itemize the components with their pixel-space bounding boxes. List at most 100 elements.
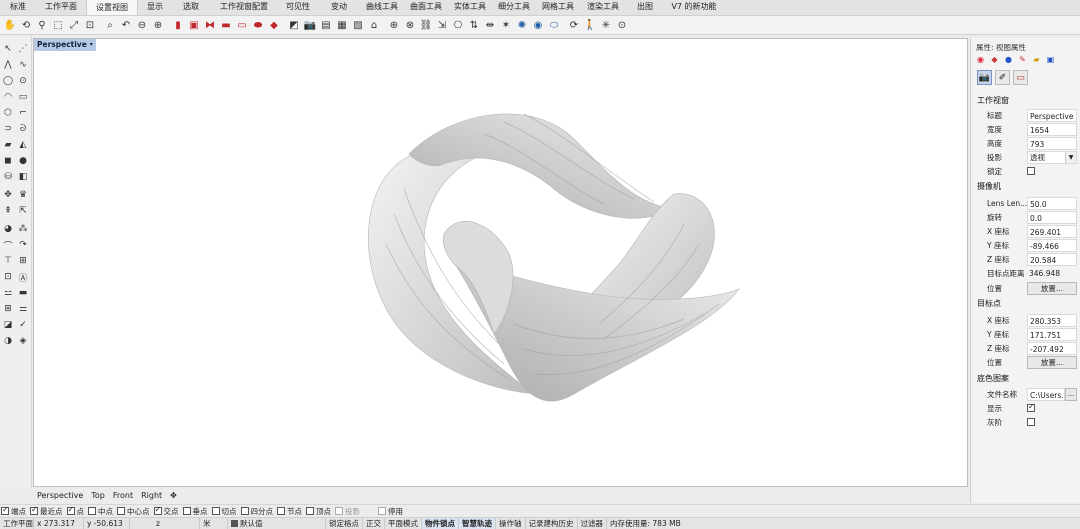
vp-tab-right[interactable]: Right	[137, 491, 166, 500]
camera-icon[interactable]: 📷	[302, 17, 318, 33]
split-icon[interactable]: ⚍	[1, 286, 15, 300]
compass-icon[interactable]: ⊙	[614, 17, 630, 33]
swivel-icon[interactable]: ⇅	[466, 17, 482, 33]
perspective-viewport[interactable]: Perspective ▾	[33, 38, 968, 487]
loft-icon[interactable]: ◭	[16, 138, 30, 152]
osnap-mid[interactable]: 中点	[88, 506, 113, 517]
target-y-field[interactable]: 171.751	[1027, 327, 1077, 341]
analyze-icon[interactable]: ◑	[1, 334, 15, 348]
status-planar[interactable]: 平面模式	[385, 517, 422, 529]
rotation-field[interactable]: 0.0	[1027, 210, 1077, 224]
status-layer[interactable]: 默认值	[228, 517, 326, 529]
grid-icon[interactable]: ⊞	[1, 302, 15, 316]
checkbox-icon[interactable]	[306, 507, 314, 515]
status-ortho[interactable]: 正交	[363, 517, 385, 529]
browse-button[interactable]: ...	[1065, 387, 1077, 401]
checkbox-icon[interactable]	[1, 505, 9, 515]
tab-new-in-v7[interactable]: V7 的新功能	[664, 0, 724, 15]
select-points-icon[interactable]: ⋰	[16, 42, 30, 56]
plan-view-icon[interactable]: ▤	[318, 17, 334, 33]
checkbox-icon[interactable]	[182, 507, 191, 515]
zoom-window-icon[interactable]: ⬚	[50, 17, 66, 33]
polyline-icon[interactable]: ⋀	[1, 58, 15, 72]
tilt-view-icon[interactable]: ⎔	[450, 17, 466, 33]
osnap-int[interactable]: 交点	[153, 505, 179, 517]
osnap-project[interactable]: 投影	[335, 506, 360, 517]
target-center-icon[interactable]: ⊗	[402, 17, 418, 33]
rectangle-icon[interactable]: ▭	[16, 90, 30, 104]
viewport-title-field[interactable]: Perspective	[1027, 108, 1077, 122]
transform-icon[interactable]: ⇞	[1, 204, 15, 218]
viewport-title[interactable]: Perspective ▾	[34, 39, 96, 51]
status-smarttrack[interactable]: 智慧轨迹	[459, 517, 496, 529]
set-camera-icon[interactable]: ◩	[286, 17, 302, 33]
monitor-icon[interactable]: ▣	[1045, 54, 1056, 65]
tab-drafting[interactable]: 出图	[626, 0, 664, 15]
twisted-sculpture-model[interactable]	[334, 94, 754, 424]
osnap-vertex[interactable]: 顶点	[306, 506, 331, 517]
select-icon[interactable]: ↖	[1, 42, 15, 56]
checkbox-icon[interactable]	[30, 505, 38, 515]
environment-icon[interactable]: ●	[1003, 54, 1014, 65]
checkbox-icon[interactable]	[277, 507, 285, 515]
lens-length-field[interactable]: 50.0	[1027, 196, 1077, 210]
osnap-perp[interactable]: 垂点	[182, 506, 208, 517]
car-back-icon[interactable]: ⬬	[250, 17, 266, 33]
walkabout-icon[interactable]: ⇲	[434, 17, 450, 33]
tab-display[interactable]: 显示	[138, 0, 172, 15]
plan-icon[interactable]: ▧	[350, 17, 366, 33]
tab-render-tools[interactable]: 渲染工具	[580, 0, 626, 15]
status-history[interactable]: 记录建构历史	[526, 517, 578, 529]
turntable-icon[interactable]: ⛓	[418, 17, 434, 33]
checkbox-icon[interactable]	[117, 507, 125, 515]
star-view-icon[interactable]: ✶	[498, 17, 514, 33]
tab-surface-tools[interactable]: 曲面工具	[404, 0, 448, 15]
lens-icon[interactable]: ⬭	[546, 17, 562, 33]
target-x-field[interactable]: 280.353	[1027, 313, 1077, 327]
tab-cplanes[interactable]: 工作平面	[36, 0, 86, 15]
camera-y-field[interactable]: -89.466	[1027, 238, 1077, 252]
chevron-down-icon[interactable]: ▼	[1065, 151, 1076, 163]
tab-set-view[interactable]: 设置视图	[86, 0, 138, 15]
camera-car-icon[interactable]: ▣	[186, 17, 202, 33]
text-icon[interactable]: Ⓐ	[16, 270, 30, 284]
zoom-in-icon[interactable]: ⊕	[150, 17, 166, 33]
viewport-height-field[interactable]: 793	[1027, 136, 1077, 150]
check-icon[interactable]: ✓	[16, 318, 30, 332]
osnap-near[interactable]: 最近点	[30, 505, 63, 517]
bend-icon[interactable]: ⌒	[1, 238, 15, 252]
osnap-end[interactable]: 端点	[1, 505, 26, 517]
target-place-button[interactable]: 放置...	[1027, 355, 1077, 369]
ground-plane-icon[interactable]: ✎	[1017, 54, 1028, 65]
array-icon[interactable]: ⊡	[1, 270, 15, 284]
surface-icon[interactable]: ▰	[1, 138, 15, 152]
osnap-cen[interactable]: 中心点	[117, 506, 150, 517]
extrude-icon[interactable]: ◧	[16, 170, 30, 184]
checkbox-icon[interactable]	[88, 507, 96, 515]
walk-icon[interactable]: 🚶	[582, 17, 598, 33]
checkbox-icon[interactable]	[240, 507, 249, 515]
pan-icon[interactable]: ✋	[2, 17, 18, 33]
ruler-icon[interactable]: ▬	[16, 286, 30, 300]
cylinder-icon[interactable]: ⛁	[1, 170, 15, 184]
light-icon[interactable]: ✺	[514, 17, 530, 33]
car-top-icon[interactable]: ▭	[234, 17, 250, 33]
tab-transform[interactable]: 变动	[318, 0, 360, 15]
box-icon[interactable]: ◼	[1, 154, 15, 168]
named-position-icon[interactable]: ⌂	[366, 17, 382, 33]
checkbox-icon[interactable]	[153, 505, 162, 515]
car-perspective-icon[interactable]: ◆	[266, 17, 282, 33]
tab-standard[interactable]: 标准	[0, 0, 36, 15]
checkbox-icon[interactable]	[378, 507, 386, 515]
grayscale-checkbox[interactable]	[1027, 418, 1035, 426]
osnap-disable[interactable]: 停用	[378, 506, 403, 517]
render-icon[interactable]: ◈	[16, 334, 30, 348]
car-side-icon[interactable]: ▬	[218, 17, 234, 33]
camera-z-field[interactable]: 20.584	[1027, 252, 1077, 266]
zoom-target-icon[interactable]: ⌕	[102, 17, 118, 33]
zoom-selected-icon[interactable]: ⊡	[82, 17, 98, 33]
mesh-icon[interactable]: ✥	[1, 188, 15, 202]
projection-select[interactable]: 透视 ▼	[1027, 150, 1077, 164]
osnap-tan[interactable]: 切点	[211, 506, 237, 517]
target-icon[interactable]: ⊕	[386, 17, 402, 33]
